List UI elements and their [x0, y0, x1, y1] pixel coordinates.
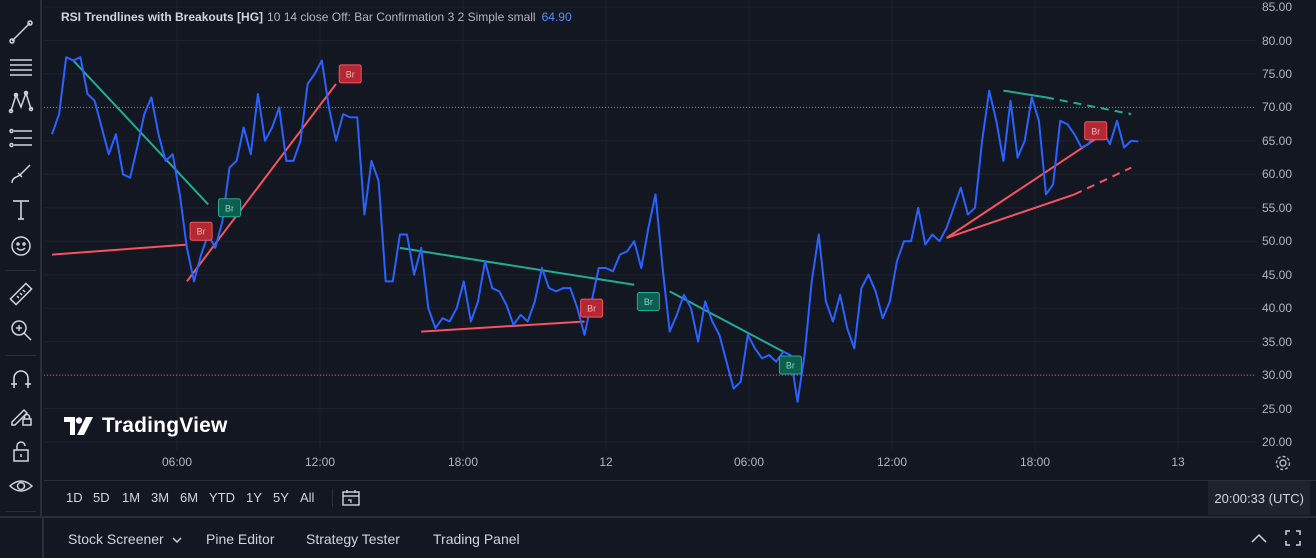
toolbar-divider: [6, 355, 36, 356]
utc-clock[interactable]: 20:00:33 (UTC): [1208, 481, 1310, 515]
go-to-date-icon[interactable]: [340, 487, 362, 509]
price-label: 25.00: [1261, 402, 1292, 416]
pencil-lock-icon[interactable]: [4, 398, 38, 432]
fib-icon[interactable]: [4, 121, 38, 155]
rsi-chart[interactable]: Br Br Br Br Br Br Br: [44, 0, 1256, 480]
time-label: 18:00: [447, 455, 479, 469]
date-range-bar: 1D 5D 1M 3M 6M YTD 1Y 5Y All 20:00:33 (U…: [44, 480, 1316, 515]
price-label: 60.00: [1261, 167, 1292, 181]
maximize-icon[interactable]: [1284, 529, 1302, 547]
breakout-label-text: Br: [197, 227, 206, 237]
breakout-label-text: Br: [1091, 126, 1100, 136]
price-label: 30.00: [1261, 368, 1292, 382]
price-label: 40.00: [1261, 301, 1292, 315]
resistance-projection: [1045, 96, 1132, 116]
support-trendline: [946, 193, 1075, 239]
breakout-label-text: Br: [644, 297, 653, 307]
price-scale[interactable]: 85.00 80.00 75.00 70.00 65.00 60.00 55.0…: [1256, 0, 1316, 480]
breakout-label-text: Br: [587, 304, 596, 314]
pattern-icon[interactable]: [4, 85, 38, 119]
lock-icon[interactable]: [4, 434, 38, 468]
bottom-panel-bar: Stock Screener Pine Editor Strategy Test…: [0, 516, 1316, 558]
chart-pane[interactable]: Br Br Br Br Br Br Br: [44, 0, 1256, 480]
price-label: 35.00: [1261, 335, 1292, 349]
time-label: 12:00: [304, 455, 336, 469]
support-trendline: [421, 320, 585, 333]
resistance-trendline: [399, 246, 635, 286]
indicator-value: 64.90: [541, 10, 572, 24]
range-button-ytd[interactable]: YTD: [209, 490, 235, 505]
time-label: 18:00: [1019, 455, 1051, 469]
toolbar-divider: [6, 270, 36, 271]
tab-trading-panel[interactable]: Trading Panel: [433, 531, 520, 547]
price-label: 45.00: [1261, 268, 1292, 282]
time-label: 12: [599, 455, 613, 469]
settings-gear-icon[interactable]: [1274, 454, 1292, 472]
support-trendline: [51, 243, 187, 256]
price-label: 70.00: [1261, 100, 1292, 114]
breakout-label-text: Br: [786, 361, 795, 371]
range-button-6m[interactable]: 6M: [180, 490, 198, 505]
horizontal-lines-icon[interactable]: [4, 50, 38, 84]
tradingview-logo-text: TradingView: [102, 414, 228, 437]
range-button-5y[interactable]: 5Y: [273, 490, 289, 505]
indicator-legend[interactable]: RSI Trendlines with Breakouts [HG] 10 14 …: [61, 10, 572, 24]
breakout-label-text: Br: [225, 203, 234, 213]
range-button-1m[interactable]: 1M: [122, 490, 140, 505]
range-button-5d[interactable]: 5D: [93, 490, 110, 505]
brush-icon[interactable]: [4, 157, 38, 191]
range-divider: [332, 489, 333, 507]
range-button-1y[interactable]: 1Y: [246, 490, 262, 505]
price-label: 85.00: [1261, 0, 1292, 14]
emoji-icon[interactable]: [4, 229, 38, 263]
tab-strategy-tester[interactable]: Strategy Tester: [306, 531, 400, 547]
toolbar-divider: [6, 511, 36, 512]
bottom-divider: [42, 518, 44, 558]
breakout-label-text: Br: [346, 69, 355, 79]
range-button-1d[interactable]: 1D: [66, 490, 83, 505]
tab-stock-screener[interactable]: Stock Screener: [68, 531, 164, 547]
time-label: 06:00: [733, 455, 765, 469]
tab-pine-editor[interactable]: Pine Editor: [206, 531, 274, 547]
zoom-in-icon[interactable]: [4, 313, 38, 347]
tradingview-logo-icon: [64, 417, 93, 435]
range-button-3m[interactable]: 3M: [151, 490, 169, 505]
range-button-all[interactable]: All: [300, 490, 314, 505]
eye-icon[interactable]: [4, 469, 38, 503]
text-icon[interactable]: [4, 192, 38, 226]
resistance-trendline: [1003, 89, 1047, 99]
price-label: 65.00: [1261, 134, 1292, 148]
drawing-toolbar: [0, 0, 42, 558]
time-label: 13: [1171, 455, 1185, 469]
ruler-icon[interactable]: [4, 277, 38, 311]
price-label: 55.00: [1261, 201, 1292, 215]
rsi-line: [51, 56, 1139, 403]
clock-text: 20:00:33 (UTC): [1214, 490, 1304, 506]
support-projection: [1073, 166, 1132, 196]
indicator-params: 10 14 close Off: Bar Confirmation 3 2 Si…: [267, 10, 536, 24]
price-label: 20.00: [1261, 435, 1292, 449]
time-label: 06:00: [161, 455, 193, 469]
price-label: 75.00: [1261, 67, 1292, 81]
magnet-icon[interactable]: [4, 362, 38, 396]
chevron-up-icon[interactable]: [1250, 532, 1268, 544]
cursor-line-icon[interactable]: [4, 15, 38, 49]
time-label: 12:00: [876, 455, 908, 469]
indicator-name: RSI Trendlines with Breakouts [HG]: [61, 10, 264, 24]
chevron-down-icon[interactable]: [172, 536, 182, 544]
support-trendline: [946, 133, 1104, 239]
price-label: 50.00: [1261, 234, 1292, 248]
tradingview-logo[interactable]: TradingView: [64, 414, 228, 438]
price-label: 80.00: [1261, 34, 1292, 48]
